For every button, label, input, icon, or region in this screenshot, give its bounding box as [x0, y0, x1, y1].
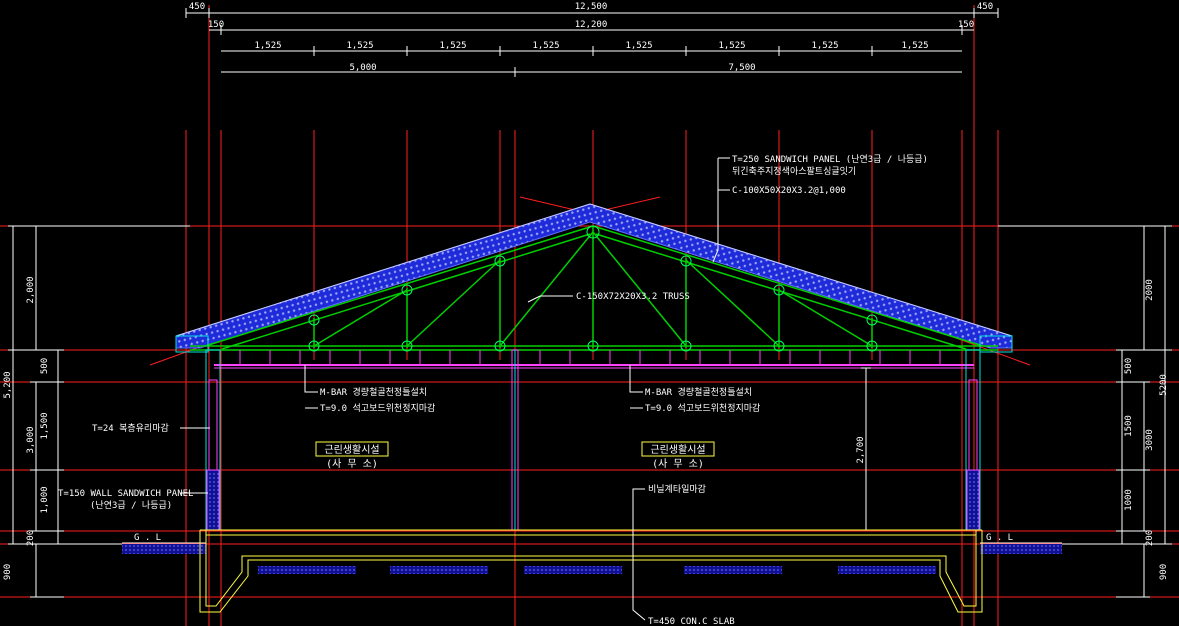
ceiling-hangers — [239, 350, 941, 364]
dim-left-2000: 2,000 — [26, 276, 36, 303]
dim-right-3000: 3000 — [1145, 429, 1155, 451]
dim-top-12500: 12,500 — [575, 2, 608, 12]
dim-right-1000: 1000 — [1124, 489, 1134, 511]
dim-left-900: 900 — [3, 564, 13, 580]
dim-left-3000: 3,000 — [26, 426, 36, 453]
note-floor: 비닐계타일마감 — [648, 483, 706, 495]
note-slab: T=450 CON.C SLAB — [648, 617, 735, 626]
dim-room-left: 5,000 — [349, 63, 376, 73]
left-wall — [175, 335, 221, 531]
room-use-right: (사 무 소) — [652, 458, 704, 470]
room-label-left: 근린생활시설 (사 무 소) — [315, 441, 389, 470]
note-purlin: C-100X50X20X3.2@1,000 — [732, 186, 846, 196]
ground-line — [122, 542, 1062, 554]
note-roof-panel: T=250 SANDWICH PANEL (난연3급 / 나등급) — [732, 154, 928, 165]
dim-right-2000: 2000 — [1145, 279, 1155, 301]
dim-right-1500: 1500 — [1124, 415, 1134, 437]
dimension-lines — [8, 8, 1172, 598]
room-label-right: 근린생활시설 (사 무 소) — [641, 441, 715, 470]
dim-right-500: 500 — [1124, 358, 1134, 374]
dim-left-500: 500 — [40, 358, 50, 374]
ceiling — [214, 364, 974, 369]
room-name-right: 근린생활시설 — [650, 443, 705, 456]
dim-top-left-450: 450 — [189, 2, 205, 12]
dim-top-right-450: 450 — [977, 2, 993, 12]
dim-left-1500: 1,500 — [40, 412, 50, 439]
note-ceiling-right-2: T=9.0 석고보드위천정지마감 — [645, 402, 760, 414]
note-truss: C-150X72X20X3.2 TRUSS — [576, 292, 690, 302]
dim-top-right-150: 150 — [958, 20, 974, 30]
dim-bay-2: 1,525 — [346, 41, 373, 51]
note-gl-right: G . L — [986, 533, 1013, 543]
dim-top-left-150: 150 — [208, 20, 224, 30]
note-gl-left: G . L — [134, 533, 161, 543]
center-partition — [511, 349, 519, 531]
note-glass: T=24 복층유리마감 — [92, 422, 169, 434]
dim-right-200: 200 — [1145, 530, 1155, 546]
note-wall-panel: T=150 WALL SANDWICH PANEL — [58, 489, 193, 499]
slab-rebar — [258, 566, 936, 574]
dim-room-right: 7,500 — [728, 63, 755, 73]
dim-top-12200: 12,200 — [575, 20, 608, 30]
truss — [190, 225, 998, 351]
dim-bay-8: 1,525 — [901, 41, 928, 51]
note-ceiling-left-2: T=9.0 석고보드위천정지마감 — [320, 402, 435, 414]
dim-right-900: 900 — [1159, 564, 1169, 580]
dim-left-total: 5,200 — [3, 371, 13, 398]
section-drawing: 450 12,500 450 150 12,200 150 1,525 1,52… — [0, 2, 1179, 626]
dim-bay-1: 1,525 — [254, 41, 281, 51]
dim-bay-6: 1,525 — [718, 41, 745, 51]
dim-right-total: 5200 — [1159, 374, 1169, 396]
dim-bay-7: 1,525 — [811, 41, 838, 51]
note-ceiling-left-1: M-BAR 경량철골천정틀설치 — [320, 386, 427, 398]
note-wall-panel-sub: (난연3급 / 나등급) — [90, 500, 172, 511]
note-ceiling-right-1: M-BAR 경량철골천정틀설치 — [645, 386, 752, 398]
dim-left-200: 200 — [26, 530, 36, 546]
dim-bay-3: 1,525 — [439, 41, 466, 51]
dim-bay-4: 1,525 — [532, 41, 559, 51]
room-use-left: (사 무 소) — [326, 458, 378, 470]
dim-left-1000: 1,000 — [40, 486, 50, 513]
note-roof-panel-sub: 뒤긴축주지정색아스팔트싱글잇기 — [732, 165, 856, 177]
dim-ceiling-height: 2,700 — [856, 436, 866, 463]
room-name-left: 근린생활시설 — [324, 443, 379, 456]
left-dimension-labels: 5,200 2,000 3,000 500 1,500 1,000 200 90… — [3, 276, 50, 580]
dim-bay-5: 1,525 — [625, 41, 652, 51]
